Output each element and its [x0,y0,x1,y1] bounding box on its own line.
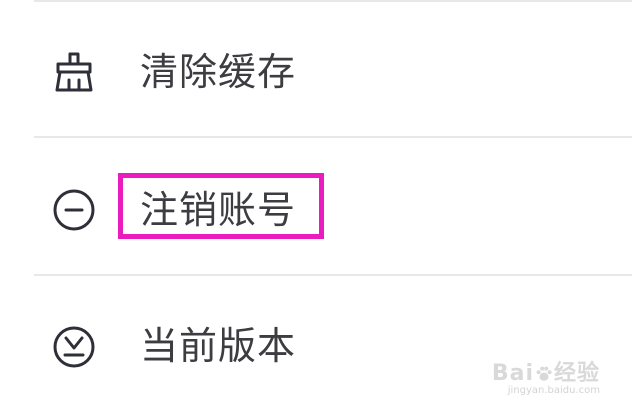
settings-item-label: 当前版本 [140,324,297,368]
divider [34,274,632,276]
paw-icon [536,366,552,381]
settings-item-label: 清除缓存 [140,50,297,94]
watermark-url: jingyan.baidu.com [507,385,600,396]
divider-top [34,0,632,2]
settings-item-clear-cache[interactable]: 清除缓存 [0,6,632,138]
version-icon [51,324,97,370]
baidu-jingyan-watermark: Bai 经验 jingyan.baidu.com [492,355,600,396]
settings-screen: 清除缓存 注销账号 当前版本 Bai 经验 jingyan.baidu.com [0,0,632,404]
watermark-brand-right: 经验 [553,361,600,386]
minus-circle-icon [51,187,97,233]
watermark-brand-left: Bai [491,361,534,386]
highlight-box [118,173,324,239]
divider [34,136,632,138]
broom-icon [51,50,97,96]
